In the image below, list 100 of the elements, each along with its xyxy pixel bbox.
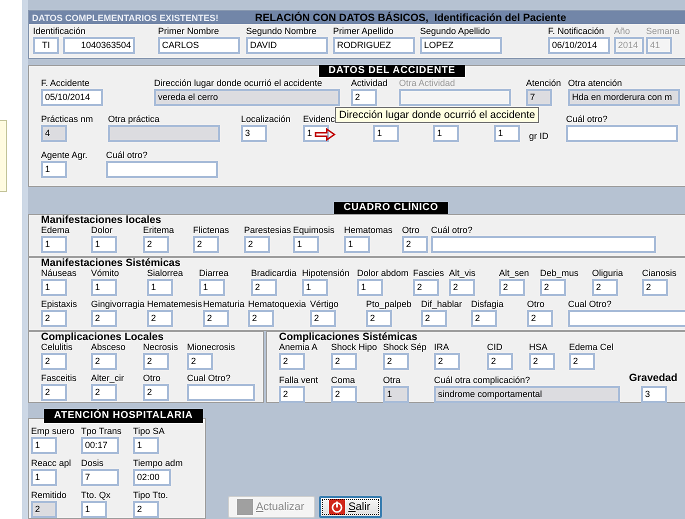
input-field[interactable]: 1: [41, 279, 67, 296]
input-field[interactable]: 2: [413, 279, 439, 296]
field-label: Anemia A: [279, 342, 318, 353]
input-field[interactable]: 1: [357, 279, 383, 296]
input-field[interactable]: [566, 125, 678, 142]
input-field[interactable]: 1: [41, 161, 67, 178]
input-field[interactable]: sindrome comportamental: [434, 386, 620, 403]
input-field[interactable]: 1: [91, 279, 117, 296]
input-field[interactable]: [106, 161, 218, 178]
input-field[interactable]: [108, 125, 220, 142]
input-field[interactable]: DAVID: [246, 37, 328, 54]
input-field[interactable]: 2: [499, 279, 525, 296]
input-field[interactable]: TI: [33, 37, 59, 54]
input-field[interactable]: 2: [248, 310, 274, 327]
input-field[interactable]: 2: [592, 279, 618, 296]
input-field[interactable]: 1: [81, 501, 107, 518]
input-field[interactable]: 2: [279, 353, 305, 370]
input-field[interactable]: 1: [494, 125, 520, 142]
input-field[interactable]: 2: [449, 279, 475, 296]
input-field[interactable]: 2: [251, 279, 277, 296]
input-field[interactable]: 1: [433, 125, 459, 142]
input-field[interactable]: Hda en morderura con m: [568, 89, 680, 106]
input-field[interactable]: 2: [41, 310, 67, 327]
section-subtitle: Complicaciones Locales: [41, 332, 165, 342]
input-field[interactable]: 2: [203, 310, 229, 327]
input-field[interactable]: vereda el cerro: [154, 89, 340, 106]
input-field[interactable]: 7: [526, 89, 552, 106]
input-field[interactable]: 2: [147, 310, 173, 327]
input-field[interactable]: 06/10/2014: [548, 37, 610, 54]
input-field[interactable]: 2: [244, 236, 270, 253]
input-field[interactable]: 1: [344, 236, 370, 253]
field-label: Diarrea: [199, 268, 229, 279]
input-field[interactable]: 2: [529, 353, 555, 370]
input-field[interactable]: 2: [434, 353, 460, 370]
field-label: Emp suero: [31, 426, 75, 437]
field-label: Dolor: [91, 225, 113, 236]
input-field[interactable]: 2: [471, 310, 497, 327]
field-label: Remitido: [31, 490, 67, 501]
input-field[interactable]: 2: [41, 384, 67, 401]
window-title: RELACIÓN CON DATOS BÁSICOS, Identificación del Paciente: [255, 12, 566, 24]
input-field[interactable]: 2: [187, 353, 213, 370]
field-label: IRA: [434, 342, 450, 353]
input-field[interactable]: [187, 384, 255, 401]
input-field[interactable]: 2: [421, 310, 447, 327]
input-field[interactable]: 2: [383, 353, 409, 370]
input-field[interactable]: 2: [143, 353, 169, 370]
input-field[interactable]: 1: [383, 386, 409, 403]
input-field[interactable]: 3: [241, 125, 267, 142]
input-field[interactable]: 2: [487, 353, 513, 370]
input-field[interactable]: 2: [91, 310, 117, 327]
input-field[interactable]: 2: [143, 236, 169, 253]
field-label: Tpo Trans: [81, 426, 122, 437]
input-field[interactable]: 1: [293, 236, 319, 253]
input-field[interactable]: 2: [642, 279, 668, 296]
field-label: Tipo SA: [133, 426, 165, 437]
input-field[interactable]: 2: [310, 310, 336, 327]
input-field[interactable]: 2: [351, 89, 377, 106]
input-field[interactable]: 02:00: [133, 469, 171, 486]
input-field[interactable]: 2: [143, 384, 169, 401]
input-field[interactable]: 2: [540, 279, 566, 296]
input-field[interactable]: 1: [31, 469, 57, 486]
input-field[interactable]: 1: [31, 437, 57, 454]
input-field[interactable]: 1: [199, 279, 225, 296]
input-field[interactable]: 2: [569, 353, 595, 370]
input-field[interactable]: 1: [91, 236, 117, 253]
input-field[interactable]: 2: [331, 353, 357, 370]
input-field[interactable]: 1: [373, 125, 399, 142]
input-field[interactable]: 2: [133, 501, 159, 518]
input-field[interactable]: 2: [91, 353, 117, 370]
input-field[interactable]: 7: [81, 469, 119, 486]
field-label: Flictenas: [193, 225, 230, 236]
input-field[interactable]: 1: [133, 437, 159, 454]
input-field[interactable]: 2: [279, 386, 305, 403]
field-label: Cuál otro?: [566, 114, 608, 126]
input-field[interactable]: 00:17: [81, 437, 119, 454]
input-field[interactable]: 2: [366, 310, 392, 327]
input-field[interactable]: 2: [193, 236, 219, 253]
field-label: F. Notificación: [548, 26, 604, 37]
input-field[interactable]: 2: [41, 353, 67, 370]
input-field[interactable]: 1: [302, 279, 328, 296]
input-field[interactable]: 1: [147, 279, 173, 296]
input-field[interactable]: 2: [31, 501, 57, 518]
input-field[interactable]: LOPEZ: [420, 37, 502, 54]
background-window: [0, 120, 7, 192]
input-field[interactable]: 3: [641, 386, 667, 403]
input-field[interactable]: 4: [41, 125, 67, 142]
input-field[interactable]: 1040363504: [63, 37, 135, 54]
input-field[interactable]: 2: [402, 236, 428, 253]
input-field[interactable]: 1: [41, 236, 67, 253]
section-subtitle: Manifestaciones Sistémicas: [41, 258, 182, 268]
input-field[interactable]: 05/10/2014: [41, 89, 103, 106]
input-field[interactable]: 2: [331, 386, 357, 403]
field-label: Parestesias: [244, 225, 292, 236]
exit-button[interactable]: Salir: [319, 496, 382, 518]
input-field[interactable]: CARLOS: [158, 37, 240, 54]
input-field[interactable]: 2: [91, 384, 117, 401]
input-field[interactable]: RODRIGUEZ: [333, 37, 415, 54]
field-label: Oliguria: [592, 268, 624, 279]
input-field[interactable]: [431, 236, 656, 253]
input-field[interactable]: 2: [527, 310, 553, 327]
